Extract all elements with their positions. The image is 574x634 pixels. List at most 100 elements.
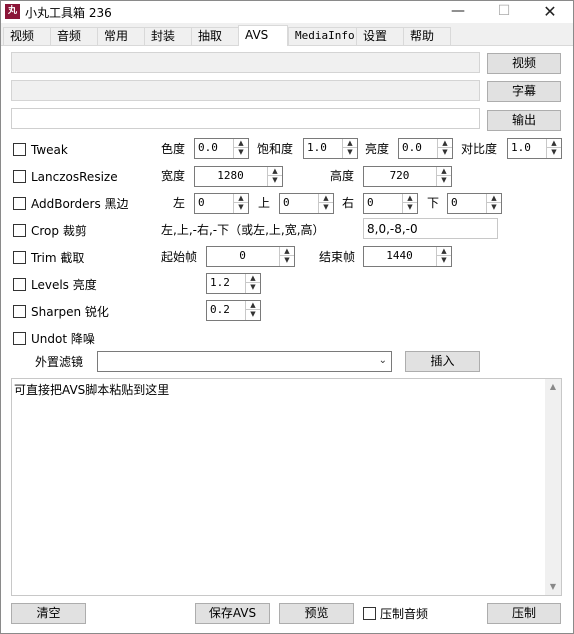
trim-label: Trim 截取 xyxy=(31,251,85,265)
hue-spinner[interactable]: 0.0 ▲ ▼ xyxy=(194,138,249,159)
spin-down-icon[interactable]: ▼ xyxy=(403,203,417,212)
spin-up-icon[interactable]: ▲ xyxy=(437,167,451,176)
insert-button[interactable]: 插入 xyxy=(405,351,480,372)
tweak-checkbox[interactable] xyxy=(13,143,26,156)
save-avs-button[interactable]: 保存AVS xyxy=(195,603,270,624)
spin-up-icon[interactable]: ▲ xyxy=(268,167,282,176)
undot-checkbox[interactable] xyxy=(13,332,26,345)
title-bar: 丸 小丸工具箱 236 — ☐ ✕ xyxy=(1,1,573,23)
spin-down-icon[interactable]: ▼ xyxy=(280,256,294,265)
resize-height-value: 720 xyxy=(389,169,410,182)
window-title: 小丸工具箱 236 xyxy=(25,6,112,20)
tab-mux[interactable]: 封装 xyxy=(144,27,192,45)
close-button[interactable]: ✕ xyxy=(527,1,573,23)
levels-spinner[interactable]: 1.2 ▲ ▼ xyxy=(206,273,261,294)
tab-video[interactable]: 视频 xyxy=(3,27,51,45)
spin-up-icon[interactable]: ▲ xyxy=(438,139,452,148)
undot-label: Undot 降噪 xyxy=(31,332,95,346)
spin-down-icon[interactable]: ▼ xyxy=(234,203,248,212)
tab-strip: 视频 音频 常用 封装 抽取 AVS MediaInfo 设置 帮助 xyxy=(1,25,573,46)
crop-values-input[interactable]: 8,0,-8,-0 xyxy=(363,218,498,239)
spin-up-icon[interactable]: ▲ xyxy=(403,194,417,203)
saturation-spinner[interactable]: 1.0 ▲ ▼ xyxy=(303,138,358,159)
video-path-field[interactable] xyxy=(11,52,480,73)
tab-audio[interactable]: 音频 xyxy=(50,27,98,45)
spin-up-icon[interactable]: ▲ xyxy=(246,274,260,283)
resize-height-spinner[interactable]: 720 ▲ ▼ xyxy=(363,166,452,187)
spin-up-icon[interactable]: ▲ xyxy=(343,139,357,148)
scroll-up-icon[interactable]: ▲ xyxy=(545,379,561,395)
output-path-field[interactable] xyxy=(11,108,480,129)
sharpen-label: Sharpen 锐化 xyxy=(31,305,109,319)
trim-checkbox[interactable] xyxy=(13,251,26,264)
subtitle-button[interactable]: 字幕 xyxy=(487,81,561,102)
avs-script-editor[interactable]: 可直接把AVS脚本粘贴到这里 ▲ ▼ xyxy=(11,378,562,596)
spin-up-icon[interactable]: ▲ xyxy=(246,301,260,310)
spin-down-icon[interactable]: ▼ xyxy=(487,203,501,212)
border-right-label: 右 xyxy=(342,196,355,210)
border-right-value: 0 xyxy=(367,196,374,209)
tab-settings[interactable]: 设置 xyxy=(356,27,404,45)
spin-down-icon[interactable]: ▼ xyxy=(437,256,451,265)
border-left-spinner[interactable]: 0 ▲ ▼ xyxy=(194,193,249,214)
maximize-button[interactable]: ☐ xyxy=(481,1,527,23)
border-right-spinner[interactable]: 0 ▲ ▼ xyxy=(363,193,418,214)
tab-common[interactable]: 常用 xyxy=(97,27,145,45)
scroll-down-icon[interactable]: ▼ xyxy=(545,579,561,595)
tab-extract[interactable]: 抽取 xyxy=(191,27,239,45)
spin-down-icon[interactable]: ▼ xyxy=(547,148,561,157)
spin-up-icon[interactable]: ▲ xyxy=(437,247,451,256)
minimize-button[interactable]: — xyxy=(435,1,481,23)
spin-down-icon[interactable]: ▼ xyxy=(438,148,452,157)
crop-checkbox[interactable] xyxy=(13,224,26,237)
tab-help[interactable]: 帮助 xyxy=(403,27,451,45)
mux-audio-checkbox[interactable] xyxy=(363,607,376,620)
spin-down-icon[interactable]: ▼ xyxy=(268,176,282,185)
spin-down-icon[interactable]: ▼ xyxy=(343,148,357,157)
output-button[interactable]: 输出 xyxy=(487,110,561,131)
saturation-label: 饱和度 xyxy=(257,142,294,156)
border-top-spinner[interactable]: 0 ▲ ▼ xyxy=(279,193,334,214)
editor-scrollbar[interactable]: ▲ ▼ xyxy=(545,379,561,595)
clear-button[interactable]: 清空 xyxy=(11,603,86,624)
tab-mediainfo[interactable]: MediaInfo xyxy=(288,27,357,45)
spin-up-icon[interactable]: ▲ xyxy=(319,194,333,203)
trim-end-spinner[interactable]: 1440 ▲ ▼ xyxy=(363,246,452,267)
spin-down-icon[interactable]: ▼ xyxy=(234,148,248,157)
spin-down-icon[interactable]: ▼ xyxy=(437,176,451,185)
border-bottom-spinner[interactable]: 0 ▲ ▼ xyxy=(447,193,502,214)
sharpen-checkbox[interactable] xyxy=(13,305,26,318)
spin-down-icon[interactable]: ▼ xyxy=(246,283,260,292)
spin-up-icon[interactable]: ▲ xyxy=(234,194,248,203)
sharpen-spinner[interactable]: 0.2 ▲ ▼ xyxy=(206,300,261,321)
external-filter-select[interactable]: ⌄ xyxy=(97,351,392,372)
spin-up-icon[interactable]: ▲ xyxy=(487,194,501,203)
subtitle-path-field[interactable] xyxy=(11,80,480,101)
preview-button[interactable]: 预览 xyxy=(279,603,354,624)
main-window: 丸 小丸工具箱 236 — ☐ ✕ 视频 音频 常用 封装 抽取 AVS Med… xyxy=(0,0,574,634)
spin-up-icon[interactable]: ▲ xyxy=(547,139,561,148)
resize-width-spinner[interactable]: 1280 ▲ ▼ xyxy=(194,166,283,187)
video-button[interactable]: 视频 xyxy=(487,53,561,74)
trim-end-label: 结束帧 xyxy=(319,250,356,264)
brightness-value: 0.0 xyxy=(402,141,422,154)
saturation-value: 1.0 xyxy=(307,141,327,154)
crop-label: Crop 裁剪 xyxy=(31,224,87,238)
spin-down-icon[interactable]: ▼ xyxy=(246,310,260,319)
encode-button[interactable]: 压制 xyxy=(487,603,561,624)
contrast-spinner[interactable]: 1.0 ▲ ▼ xyxy=(507,138,562,159)
levels-value: 1.2 xyxy=(210,276,230,289)
levels-checkbox[interactable] xyxy=(13,278,26,291)
brightness-spinner[interactable]: 0.0 ▲ ▼ xyxy=(398,138,453,159)
trim-start-spinner[interactable]: 0 ▲ ▼ xyxy=(206,246,295,267)
trim-end-value: 1440 xyxy=(386,249,413,262)
spin-down-icon[interactable]: ▼ xyxy=(319,203,333,212)
spin-up-icon[interactable]: ▲ xyxy=(234,139,248,148)
lanczos-checkbox[interactable] xyxy=(13,170,26,183)
hue-value: 0.0 xyxy=(198,141,218,154)
addborders-checkbox[interactable] xyxy=(13,197,26,210)
contrast-value: 1.0 xyxy=(511,141,531,154)
tab-avs[interactable]: AVS xyxy=(238,25,288,46)
spin-up-icon[interactable]: ▲ xyxy=(280,247,294,256)
crop-hint: 左,上,-右,-下（或左,上,宽,高） xyxy=(161,223,325,237)
